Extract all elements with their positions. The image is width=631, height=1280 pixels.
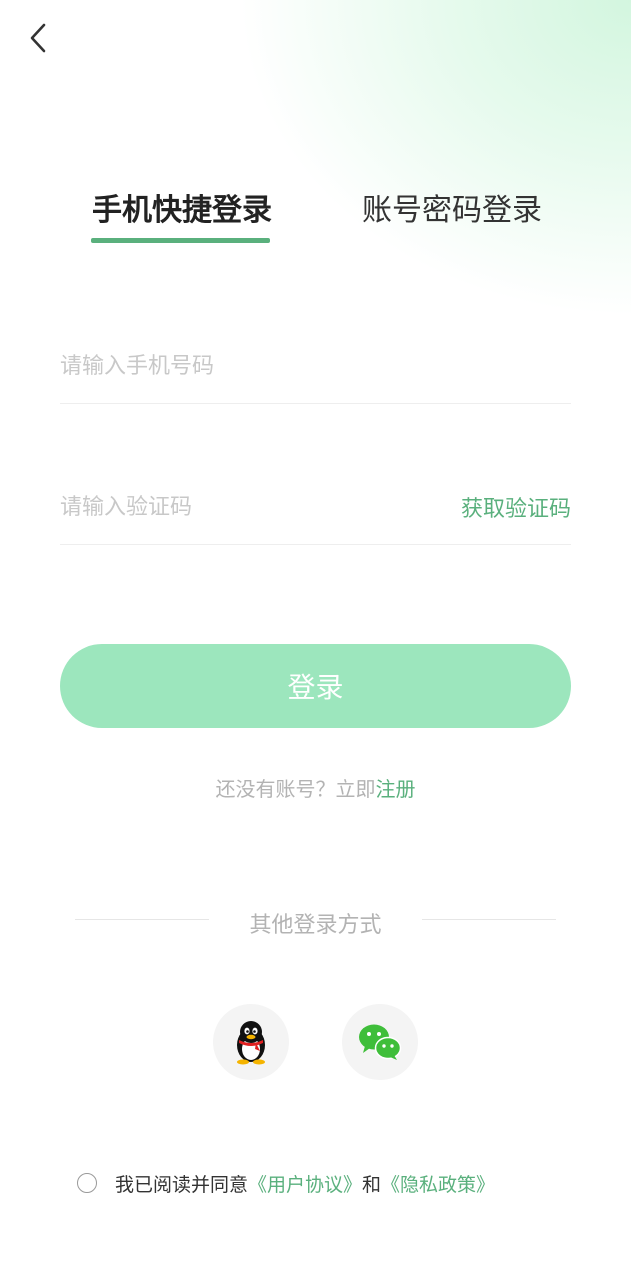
agreement-and: 和 bbox=[362, 1173, 382, 1196]
agreement-row: 我已阅读并同意 《用户协议》和《隐私政策》 bbox=[77, 1168, 495, 1198]
agreement-prefix: 我已阅读并同意 bbox=[115, 1173, 249, 1196]
register-link[interactable]: 注册 bbox=[376, 777, 416, 801]
user-agreement-link[interactable]: 《用户协议》 bbox=[248, 1170, 362, 1197]
phone-input[interactable] bbox=[60, 348, 420, 384]
login-button[interactable]: 登录 bbox=[60, 644, 571, 728]
register-prompt-text: 还没有账号？立即 bbox=[215, 777, 376, 801]
qq-login-button[interactable] bbox=[213, 1004, 289, 1080]
active-tab-indicator bbox=[91, 238, 270, 243]
divider-right bbox=[422, 919, 556, 920]
tab-phone-login[interactable]: 手机快捷登录 bbox=[92, 185, 272, 229]
get-code-button[interactable]: 获取验证码 bbox=[461, 491, 571, 523]
chevron-left-icon bbox=[30, 23, 46, 53]
agreement-radio[interactable] bbox=[77, 1173, 97, 1193]
code-field: 获取验证码 bbox=[60, 477, 571, 545]
qq-penguin-icon bbox=[237, 1021, 265, 1065]
login-tabs: 手机快捷登录 账号密码登录 bbox=[0, 185, 631, 245]
privacy-policy-link[interactable]: 《隐私政策》 bbox=[381, 1170, 495, 1197]
register-prompt: 还没有账号？立即注册 bbox=[0, 773, 631, 802]
verification-code-input[interactable] bbox=[60, 489, 420, 525]
tab-password-login[interactable]: 账号密码登录 bbox=[362, 185, 542, 229]
back-button[interactable] bbox=[20, 20, 56, 56]
wechat-icon bbox=[359, 1024, 402, 1060]
phone-field bbox=[60, 336, 571, 404]
wechat-login-button[interactable] bbox=[342, 1004, 418, 1080]
other-login-label: 其他登录方式 bbox=[249, 913, 382, 938]
